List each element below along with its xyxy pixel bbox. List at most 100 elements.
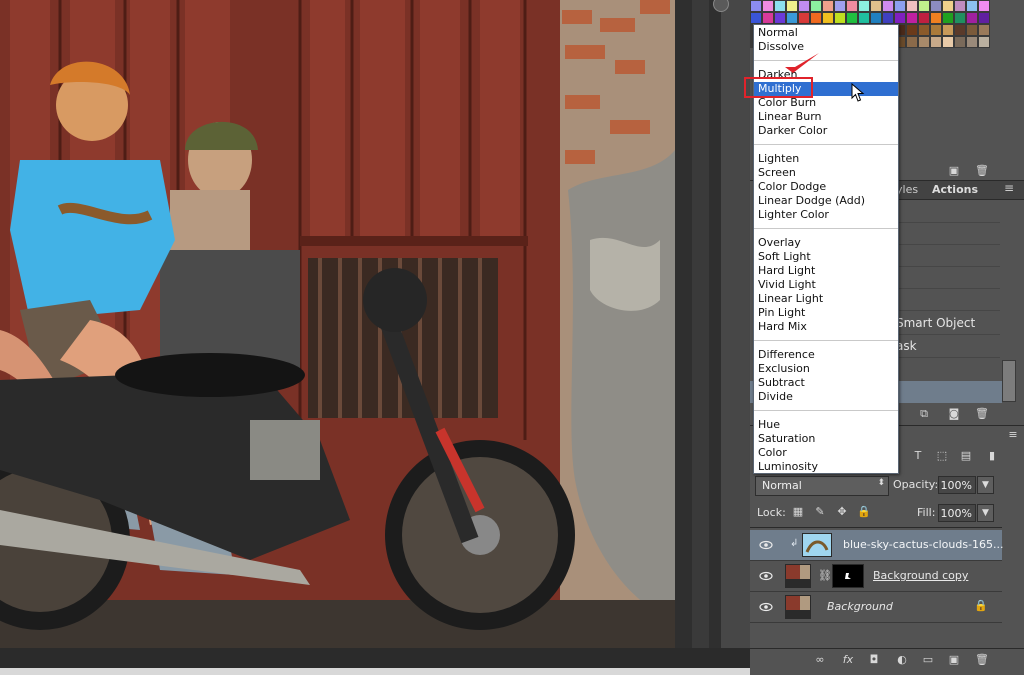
opacity-label: Opacity: bbox=[893, 478, 939, 491]
mask-shape bbox=[845, 573, 851, 579]
menu-item-linear-dodge[interactable]: Linear Dodge (Add) bbox=[758, 194, 865, 208]
chain-link-icon[interactable]: ⛓ bbox=[818, 569, 832, 582]
lock-label: Lock: bbox=[757, 506, 786, 519]
menu-item-difference[interactable]: Difference bbox=[758, 348, 815, 362]
scrollbar-thumb[interactable] bbox=[1002, 360, 1016, 402]
trash-icon[interactable]: 🗑 bbox=[974, 163, 990, 179]
menu-item-hue[interactable]: Hue bbox=[758, 418, 780, 432]
list-item[interactable] bbox=[890, 200, 1000, 223]
list-item[interactable] bbox=[890, 266, 1000, 289]
menu-separator bbox=[754, 410, 898, 411]
lock-position-icon[interactable]: ✥ bbox=[834, 504, 850, 520]
lock-pixels-icon[interactable]: ✎ bbox=[812, 504, 828, 520]
list-item[interactable] bbox=[890, 288, 1000, 311]
new-swatch-icon[interactable]: ▣ bbox=[946, 163, 962, 179]
link-icon[interactable]: ∞ bbox=[812, 652, 828, 668]
tab-styles[interactable]: yles bbox=[896, 183, 918, 196]
photo-thumbnail bbox=[786, 596, 810, 618]
layer-name[interactable]: blue-sky-cactus-clouds-165... bbox=[843, 538, 1004, 551]
styles-actions-tabbar: yles Actions ≡ bbox=[890, 181, 1024, 200]
menu-item-overlay[interactable]: Overlay bbox=[758, 236, 801, 250]
layer-row[interactable]: ⛓ Background copy bbox=[750, 561, 1002, 592]
annotation-highlight-box bbox=[744, 77, 813, 98]
menu-item-luminosity[interactable]: Luminosity bbox=[758, 460, 818, 474]
status-bar-area bbox=[0, 648, 750, 675]
layer-name[interactable]: Background bbox=[827, 600, 893, 613]
fill-dropdown-button[interactable]: ▼ bbox=[977, 504, 994, 522]
cactus-sky-thumbnail bbox=[803, 534, 831, 556]
new-layer-icon[interactable]: ▣ bbox=[946, 652, 962, 668]
updown-arrows-icon: ⬍ bbox=[877, 478, 885, 488]
panel-dock-gutter bbox=[675, 0, 750, 648]
list-item[interactable] bbox=[890, 244, 1000, 267]
layer-thumbnail[interactable] bbox=[802, 533, 832, 557]
layer-row[interactable]: Background 🔒 bbox=[750, 592, 1002, 623]
menu-separator bbox=[754, 340, 898, 341]
type-filter-icon[interactable]: T bbox=[910, 448, 926, 464]
menu-item-lighten[interactable]: Lighten bbox=[758, 152, 799, 166]
layer-thumbnail[interactable] bbox=[785, 564, 811, 588]
list-item[interactable]: ask bbox=[890, 335, 1000, 358]
eye-icon[interactable] bbox=[759, 569, 773, 583]
eye-icon[interactable] bbox=[759, 538, 773, 552]
smartobject-filter-icon[interactable]: ▤ bbox=[958, 448, 974, 464]
menu-item-darker-color[interactable]: Darker Color bbox=[758, 124, 827, 138]
menu-item-divide[interactable]: Divide bbox=[758, 390, 793, 404]
fill-field[interactable]: 100% bbox=[938, 504, 976, 522]
menu-item-normal[interactable]: Normal bbox=[758, 26, 798, 40]
menu-item-linear-burn[interactable]: Linear Burn bbox=[758, 110, 822, 124]
new-item-icon[interactable]: ⧉ bbox=[916, 406, 932, 422]
lock-transparent-icon[interactable]: ▦ bbox=[790, 504, 806, 520]
menu-item-pin-light[interactable]: Pin Light bbox=[758, 306, 805, 320]
trash-icon[interactable]: 🗑 bbox=[974, 652, 990, 668]
arrow-cursor-icon bbox=[851, 83, 865, 102]
checkmark-annotation-icon bbox=[785, 53, 819, 73]
mask-icon[interactable]: ◘ bbox=[866, 652, 882, 668]
camera-icon[interactable]: ◙ bbox=[946, 406, 962, 422]
lock-icon: 🔒 bbox=[974, 599, 988, 612]
menu-item-color-burn[interactable]: Color Burn bbox=[758, 96, 816, 110]
adjustment-icon[interactable]: ◐ bbox=[894, 652, 910, 668]
list-item-label: Smart Object bbox=[896, 316, 976, 330]
tab-actions[interactable]: Actions bbox=[932, 183, 978, 196]
photo-thumbnail bbox=[786, 565, 810, 587]
menu-item-hard-mix[interactable]: Hard Mix bbox=[758, 320, 807, 334]
list-item-label: ask bbox=[896, 339, 917, 353]
list-item[interactable]: Smart Object bbox=[890, 312, 1000, 335]
blend-mode-select[interactable]: Normal ⬍ bbox=[755, 476, 889, 496]
blend-mode-value: Normal bbox=[762, 479, 802, 492]
menu-item-hard-light[interactable]: Hard Light bbox=[758, 264, 815, 278]
menu-item-subtract[interactable]: Subtract bbox=[758, 376, 805, 390]
eye-icon[interactable] bbox=[759, 600, 773, 614]
menu-item-exclusion[interactable]: Exclusion bbox=[758, 362, 810, 376]
shape-filter-icon[interactable]: ⬚ bbox=[934, 448, 950, 464]
layer-row[interactable]: ↲ blue-sky-cactus-clouds-165... bbox=[750, 530, 1004, 561]
menu-item-screen[interactable]: Screen bbox=[758, 166, 796, 180]
menu-item-color-dodge[interactable]: Color Dodge bbox=[758, 180, 826, 194]
layer-thumbnail[interactable] bbox=[785, 595, 811, 619]
menu-item-soft-light[interactable]: Soft Light bbox=[758, 250, 811, 264]
document-canvas[interactable] bbox=[0, 0, 675, 648]
panel-menu-icon[interactable]: ≡ bbox=[1004, 181, 1014, 195]
panel-divider bbox=[750, 648, 1024, 649]
fx-icon[interactable]: fx bbox=[840, 652, 856, 668]
filter-toggle-icon[interactable]: ▮ bbox=[984, 448, 1000, 464]
layer-mask-thumbnail[interactable] bbox=[832, 564, 864, 588]
menu-item-lighter-color[interactable]: Lighter Color bbox=[758, 208, 829, 222]
menu-item-linear-light[interactable]: Linear Light bbox=[758, 292, 823, 306]
menu-item-color[interactable]: Color bbox=[758, 446, 787, 460]
list-item[interactable] bbox=[890, 222, 1000, 245]
trash-icon[interactable]: 🗑 bbox=[974, 406, 990, 422]
group-icon[interactable]: ▭ bbox=[920, 652, 936, 668]
menu-item-vivid-light[interactable]: Vivid Light bbox=[758, 278, 816, 292]
menu-separator bbox=[754, 144, 898, 145]
opacity-field[interactable]: 100% bbox=[938, 476, 976, 494]
layer-name[interactable]: Background copy bbox=[873, 569, 968, 582]
menu-item-saturation[interactable]: Saturation bbox=[758, 432, 815, 446]
lock-all-icon[interactable]: 🔒 bbox=[856, 504, 872, 520]
status-bar bbox=[0, 668, 750, 675]
panel-menu-icon[interactable]: ≡ bbox=[1005, 427, 1021, 443]
canvas-photo bbox=[0, 0, 675, 648]
menu-separator bbox=[754, 228, 898, 229]
opacity-dropdown-button[interactable]: ▼ bbox=[977, 476, 994, 494]
